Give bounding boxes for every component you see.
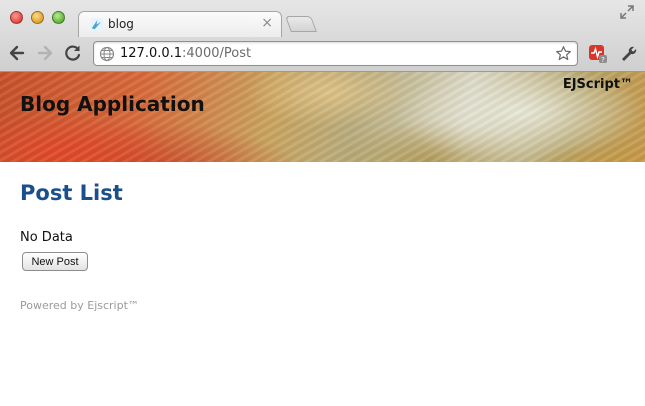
footer-text: Powered by Ejscript™: [20, 299, 139, 312]
url-text[interactable]: 127.0.0.1:4000/Post: [120, 46, 251, 61]
wrench-icon[interactable]: [619, 44, 637, 62]
brand-label: EJScript™: [562, 77, 633, 92]
window-zoom-button[interactable]: [52, 11, 65, 24]
page-title: Post List: [20, 181, 123, 205]
window-minimize-button[interactable]: [31, 11, 44, 24]
browser-toolbar: 127.0.0.1:4000/Post ?: [0, 36, 645, 72]
title-bar: blog ×: [0, 0, 645, 37]
url-host: 127.0.0.1: [120, 46, 183, 61]
globe-icon: [99, 46, 115, 62]
arrow-right-icon[interactable]: [34, 42, 56, 64]
empty-message: No Data: [20, 230, 73, 245]
new-tab-button[interactable]: [285, 16, 317, 32]
banner-texture: [0, 72, 645, 162]
app-title: Blog Application: [20, 92, 205, 116]
window-close-button[interactable]: [10, 11, 23, 24]
address-bar[interactable]: 127.0.0.1:4000/Post: [93, 41, 578, 66]
close-icon[interactable]: ×: [261, 15, 273, 31]
new-post-button[interactable]: New Post: [22, 252, 88, 271]
tab-blog[interactable]: blog ×: [78, 11, 282, 37]
star-icon[interactable]: [555, 45, 572, 62]
reload-icon[interactable]: [62, 42, 84, 64]
favicon-icon: [89, 17, 104, 32]
header-banner: Blog Application EJScript™: [0, 72, 645, 162]
fullscreen-icon[interactable]: [619, 4, 635, 20]
extension-icon[interactable]: ?: [588, 44, 608, 64]
tab-title: blog: [108, 17, 134, 31]
arrow-left-icon[interactable]: [6, 42, 28, 64]
url-path: :4000/Post: [182, 46, 252, 61]
svg-text:?: ?: [601, 56, 605, 64]
browser-chrome: blog × 127.0.0.1:4000/Post ?: [0, 0, 645, 72]
